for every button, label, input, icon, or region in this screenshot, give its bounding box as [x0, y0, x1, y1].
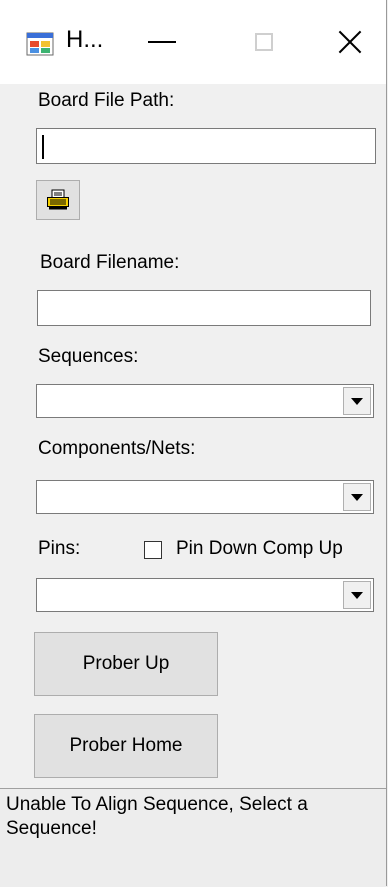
chevron-down-icon: [351, 591, 363, 599]
status-message: Unable To Align Sequence, Select a Seque…: [6, 794, 308, 839]
maximize-button[interactable]: [236, 18, 292, 66]
pins-dropdown[interactable]: [36, 578, 374, 612]
components-nets-dropdown[interactable]: [36, 480, 374, 514]
printer-icon: [47, 189, 69, 210]
prober-up-button[interactable]: Prober Up: [34, 632, 218, 696]
maximize-icon: [255, 33, 273, 51]
chevron-down-icon: [351, 397, 363, 405]
prober-home-button[interactable]: Prober Home: [34, 714, 218, 778]
sequences-label: Sequences:: [38, 346, 139, 367]
components-nets-label: Components/Nets:: [38, 438, 196, 459]
status-bar: Unable To Align Sequence, Select a Seque…: [0, 788, 386, 887]
board-filename-label: Board Filename:: [40, 252, 180, 273]
browse-button[interactable]: [36, 180, 80, 220]
window-title: H...: [66, 26, 104, 53]
minimize-icon: [148, 41, 176, 43]
pin-down-comp-up-label[interactable]: Pin Down Comp Up: [176, 538, 343, 560]
pins-dropdown-button[interactable]: [343, 581, 371, 609]
pins-label: Pins:: [38, 538, 81, 559]
close-button[interactable]: [322, 18, 378, 66]
sequences-dropdown[interactable]: [36, 384, 374, 418]
sequences-dropdown-button[interactable]: [343, 387, 371, 415]
minimize-button[interactable]: [134, 18, 190, 66]
app-form-icon: [26, 32, 54, 56]
board-file-path-input[interactable]: [36, 128, 376, 164]
title-bar[interactable]: H...: [0, 0, 386, 84]
board-file-path-label: Board File Path:: [38, 90, 175, 111]
chevron-down-icon: [351, 493, 363, 501]
board-filename-input[interactable]: [37, 290, 371, 326]
pin-down-comp-up-checkbox[interactable]: [144, 541, 162, 559]
text-caret: [42, 135, 44, 159]
close-icon: [338, 30, 362, 54]
components-nets-dropdown-button[interactable]: [343, 483, 371, 511]
main-window: H... Board File Path: Board Filename: Se…: [0, 0, 387, 887]
